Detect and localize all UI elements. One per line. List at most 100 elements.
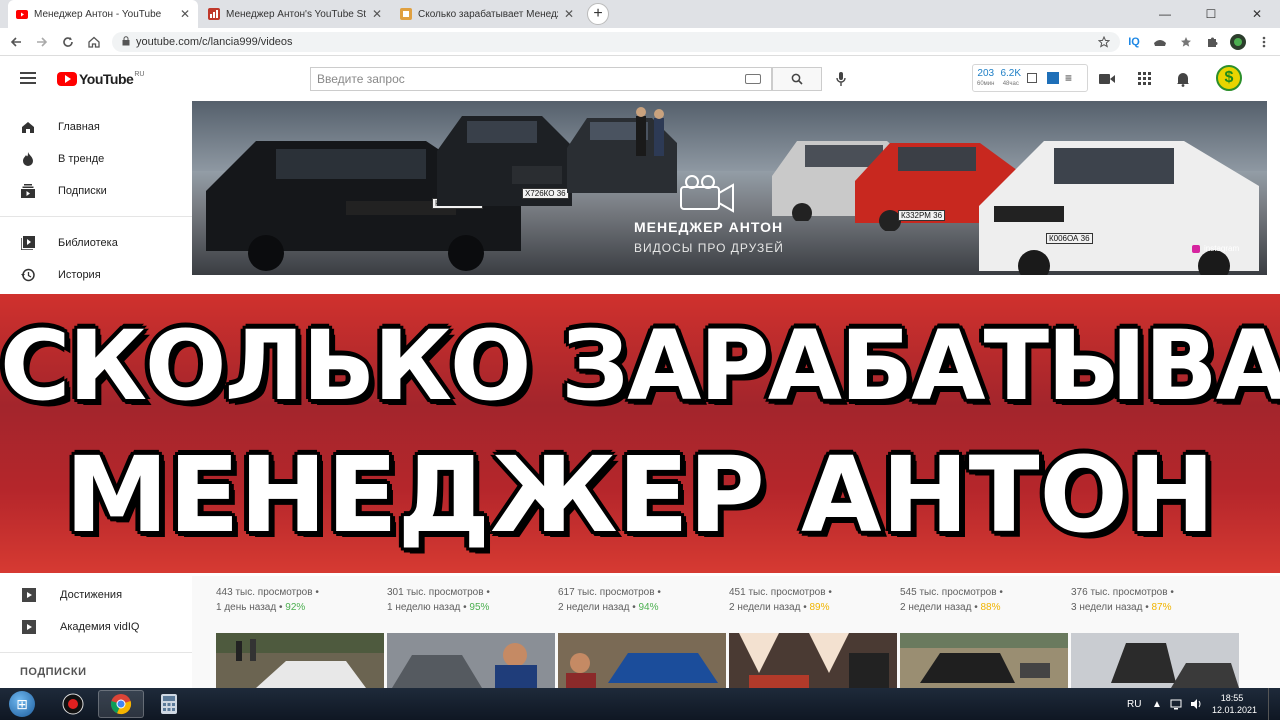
search-button[interactable] [772,67,822,91]
video-thumbnail[interactable] [729,633,897,688]
tab-stats[interactable]: Менеджер Антон's YouTube Sta ✕ [200,0,390,28]
academy-icon [22,620,36,634]
vidiq-score: 88% [980,602,1001,613]
close-tab-icon[interactable]: ✕ [564,7,574,21]
bookmark-star-icon[interactable] [1094,32,1114,52]
video-meta: 617 тыс. просмотров • 2 недели назад • 9… [558,585,726,615]
view-count: 301 тыс. просмотров • [387,587,490,598]
microphone-icon[interactable] [834,70,848,88]
volume-icon[interactable] [1190,688,1202,720]
youtube-logo[interactable]: YouTube RU [57,71,144,87]
page-icon [400,8,412,20]
tab-youtube-channel[interactable]: Менеджер Антон - YouTube ✕ [8,0,198,28]
overlay-title-line-2: МЕНЕДЖЕР АНТОН [65,434,1215,556]
reload-icon[interactable] [58,32,78,52]
tab-label: Менеджер Антон's YouTube Sta [226,8,366,20]
sidebar-divider [0,216,192,217]
vidiq-chart-icon[interactable] [1027,73,1038,83]
instagram-link[interactable]: instagram [1192,244,1239,253]
tab-label: Сколько зарабатывает Менедж [418,8,558,20]
taskbar-app-chrome[interactable] [98,690,144,718]
windows-taskbar: ⊞ RU ▲ 18:55 12.01.2021 [0,688,1280,720]
show-desktop-button[interactable] [1268,688,1280,720]
chrome-icon [110,694,132,715]
instagram-icon [1192,244,1200,253]
upload-date: 2 недели назад • [558,602,636,613]
video-thumbnail[interactable] [1071,633,1239,688]
view-count: 451 тыс. просмотров • [729,587,832,598]
vidiq-extension-icon[interactable]: IQ [1124,32,1144,52]
sidebar-item-history[interactable]: История [0,259,192,291]
close-window-button[interactable]: ✕ [1234,0,1280,28]
vidiq-list-icon[interactable]: ≡ [1065,71,1072,85]
vidiq-play-icon[interactable] [1047,72,1060,84]
video-meta: 301 тыс. просмотров • 1 неделю назад • 9… [387,585,555,615]
keyboard-icon[interactable] [745,74,761,84]
address-bar-row: youtube.com/c/lancia999/videos IQ [0,28,1280,56]
video-meta: 451 тыс. просмотров • 2 недели назад • 8… [729,585,897,615]
video-thumbnail[interactable] [900,633,1068,688]
sidebar-item-trending[interactable]: В тренде [0,143,192,175]
tab-label: Менеджер Антон - YouTube [34,8,162,20]
vidiq-stat-label: 60мин [977,81,995,87]
video-thumbnail[interactable] [558,633,726,688]
tab-article[interactable]: Сколько зарабатывает Менедж ✕ [392,0,582,28]
hamburger-menu-icon[interactable] [20,72,36,84]
new-tab-button[interactable]: + [587,3,609,25]
video-thumbnail[interactable] [216,633,384,688]
vidiq-stats-widget[interactable]: 203 60мин 6.2K 48час ≡ [972,64,1088,92]
subscriptions-heading: ПОДПИСКИ [20,666,87,678]
vidiq-stat-label: 48час [1002,81,1019,87]
clock-date: 12.01.2021 [1212,705,1258,715]
view-count: 443 тыс. просмотров • [216,587,319,598]
tray-expand-icon[interactable]: ▲ [1152,688,1162,720]
sidebar-item-label: Достижения [60,589,123,601]
extension-hat-icon[interactable] [1150,32,1170,52]
extensions-puzzle-icon[interactable] [1202,32,1222,52]
instagram-label: instagram [1204,244,1240,253]
search-input[interactable]: Введите запрос [310,67,772,91]
browser-menu-icon[interactable] [1254,32,1274,52]
vidiq-score: 94% [638,602,659,613]
url-field[interactable]: youtube.com/c/lancia999/videos [112,32,1120,52]
account-avatar[interactable]: $ [1216,65,1242,91]
create-video-icon[interactable] [1098,70,1116,88]
apps-grid-icon[interactable] [1136,70,1154,88]
minimize-button[interactable]: — [1142,0,1188,28]
sidebar-lower: Достижения Академия vidIQ ПОДПИСКИ [0,576,192,688]
upload-date: 2 недели назад • [900,602,978,613]
view-count: 545 тыс. просмотров • [900,587,1003,598]
sidebar-item-home[interactable]: Главная [0,111,192,143]
sidebar-item-library[interactable]: Библиотека [0,227,192,259]
view-count: 376 тыс. просмотров • [1071,587,1174,598]
sidebar-item-subscriptions[interactable]: Подписки [0,175,192,207]
extension-badge-icon[interactable] [1176,32,1196,52]
search-placeholder: Введите запрос [317,72,405,86]
overlay-title-line-1: СКОЛЬКО ЗАРАБАТЫВАЕТ [0,310,1280,422]
network-icon[interactable] [1170,688,1182,720]
home-icon[interactable] [84,32,104,52]
banner-people [636,107,664,156]
back-icon[interactable] [6,32,26,52]
sidebar-item-label: История [58,269,101,281]
license-plate: К006ОА 36 [1046,233,1093,244]
vidiq-stat-day: 6.2K 48час [1000,69,1021,88]
maximize-button[interactable]: ☐ [1188,0,1234,28]
video-thumbnail[interactable] [387,633,555,688]
video-meta: 376 тыс. просмотров • 3 недели назад • 8… [1071,585,1239,615]
system-clock[interactable]: 18:55 12.01.2021 [1212,692,1258,716]
language-indicator[interactable]: RU [1127,688,1141,720]
sidebar-item-label: Библиотека [58,237,118,249]
license-plate: К332РМ 36 [898,210,946,221]
forward-icon[interactable] [32,32,52,52]
notifications-bell-icon[interactable] [1174,70,1192,88]
banner-car-jeep [437,116,572,206]
sidebar-item-achievements[interactable]: Достижения [0,579,192,611]
close-tab-icon[interactable]: ✕ [372,7,382,21]
taskbar-app-calculator[interactable] [146,690,192,718]
close-tab-icon[interactable]: ✕ [180,7,190,21]
taskbar-app-recorder[interactable] [50,690,96,718]
sidebar-item-vidiq-academy[interactable]: Академия vidIQ [0,611,192,643]
profile-avatar-icon[interactable] [1228,32,1248,52]
start-button[interactable]: ⊞ [4,690,40,718]
